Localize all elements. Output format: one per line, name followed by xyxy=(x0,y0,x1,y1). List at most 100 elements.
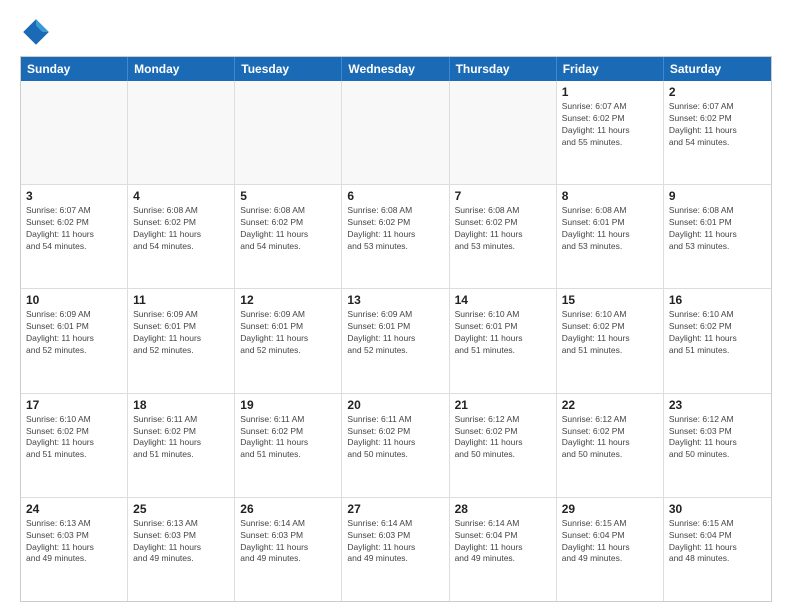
page: SundayMondayTuesdayWednesdayThursdayFrid… xyxy=(0,0,792,612)
day-info: Sunrise: 6:08 AM Sunset: 6:02 PM Dayligh… xyxy=(347,205,443,253)
day-number: 6 xyxy=(347,189,443,203)
day-info: Sunrise: 6:10 AM Sunset: 6:02 PM Dayligh… xyxy=(562,309,658,357)
day-number: 11 xyxy=(133,293,229,307)
day-info: Sunrise: 6:14 AM Sunset: 6:03 PM Dayligh… xyxy=(240,518,336,566)
day-info: Sunrise: 6:08 AM Sunset: 6:02 PM Dayligh… xyxy=(240,205,336,253)
calendar-cell xyxy=(21,81,128,184)
day-number: 18 xyxy=(133,398,229,412)
day-number: 15 xyxy=(562,293,658,307)
day-info: Sunrise: 6:12 AM Sunset: 6:03 PM Dayligh… xyxy=(669,414,766,462)
calendar-cell: 30 Sunrise: 6:15 AM Sunset: 6:04 PM Dayli… xyxy=(664,498,771,601)
weekday-header: Sunday xyxy=(21,57,128,81)
calendar-row: 17 Sunrise: 6:10 AM Sunset: 6:02 PM Dayli… xyxy=(21,393,771,497)
day-info: Sunrise: 6:15 AM Sunset: 6:04 PM Dayligh… xyxy=(562,518,658,566)
day-number: 7 xyxy=(455,189,551,203)
day-info: Sunrise: 6:14 AM Sunset: 6:03 PM Dayligh… xyxy=(347,518,443,566)
calendar-cell xyxy=(450,81,557,184)
day-number: 9 xyxy=(669,189,766,203)
day-number: 25 xyxy=(133,502,229,516)
day-info: Sunrise: 6:09 AM Sunset: 6:01 PM Dayligh… xyxy=(240,309,336,357)
calendar-cell: 12 Sunrise: 6:09 AM Sunset: 6:01 PM Dayli… xyxy=(235,289,342,392)
day-info: Sunrise: 6:12 AM Sunset: 6:02 PM Dayligh… xyxy=(455,414,551,462)
day-number: 10 xyxy=(26,293,122,307)
day-info: Sunrise: 6:11 AM Sunset: 6:02 PM Dayligh… xyxy=(347,414,443,462)
day-number: 26 xyxy=(240,502,336,516)
day-number: 8 xyxy=(562,189,658,203)
day-info: Sunrise: 6:10 AM Sunset: 6:01 PM Dayligh… xyxy=(455,309,551,357)
day-number: 3 xyxy=(26,189,122,203)
calendar-cell: 2 Sunrise: 6:07 AM Sunset: 6:02 PM Daylig… xyxy=(664,81,771,184)
day-number: 19 xyxy=(240,398,336,412)
day-number: 17 xyxy=(26,398,122,412)
day-info: Sunrise: 6:12 AM Sunset: 6:02 PM Dayligh… xyxy=(562,414,658,462)
calendar-cell: 11 Sunrise: 6:09 AM Sunset: 6:01 PM Dayli… xyxy=(128,289,235,392)
day-number: 30 xyxy=(669,502,766,516)
calendar-cell: 6 Sunrise: 6:08 AM Sunset: 6:02 PM Daylig… xyxy=(342,185,449,288)
weekday-header: Thursday xyxy=(450,57,557,81)
calendar-row: 1 Sunrise: 6:07 AM Sunset: 6:02 PM Daylig… xyxy=(21,81,771,184)
calendar-cell: 20Sunrise: 6:11 AM Sunset: 6:02 PM Dayli… xyxy=(342,394,449,497)
weekday-header: Tuesday xyxy=(235,57,342,81)
day-number: 23 xyxy=(669,398,766,412)
calendar-cell: 8 Sunrise: 6:08 AM Sunset: 6:01 PM Daylig… xyxy=(557,185,664,288)
day-info: Sunrise: 6:09 AM Sunset: 6:01 PM Dayligh… xyxy=(133,309,229,357)
calendar-cell: 21 Sunrise: 6:12 AM Sunset: 6:02 PM Dayli… xyxy=(450,394,557,497)
weekday-header: Saturday xyxy=(664,57,771,81)
day-number: 24 xyxy=(26,502,122,516)
calendar-cell: 26 Sunrise: 6:14 AM Sunset: 6:03 PM Dayli… xyxy=(235,498,342,601)
day-number: 27 xyxy=(347,502,443,516)
day-info: Sunrise: 6:07 AM Sunset: 6:02 PM Dayligh… xyxy=(562,101,658,149)
day-number: 22 xyxy=(562,398,658,412)
day-number: 4 xyxy=(133,189,229,203)
day-number: 13 xyxy=(347,293,443,307)
weekday-header: Monday xyxy=(128,57,235,81)
day-info: Sunrise: 6:10 AM Sunset: 6:02 PM Dayligh… xyxy=(669,309,766,357)
day-info: Sunrise: 6:08 AM Sunset: 6:01 PM Dayligh… xyxy=(562,205,658,253)
calendar-cell: 1 Sunrise: 6:07 AM Sunset: 6:02 PM Daylig… xyxy=(557,81,664,184)
calendar-row: 3Sunrise: 6:07 AM Sunset: 6:02 PM Daylig… xyxy=(21,184,771,288)
day-info: Sunrise: 6:08 AM Sunset: 6:02 PM Dayligh… xyxy=(455,205,551,253)
calendar-cell: 22 Sunrise: 6:12 AM Sunset: 6:02 PM Dayli… xyxy=(557,394,664,497)
calendar-cell: 28 Sunrise: 6:14 AM Sunset: 6:04 PM Dayli… xyxy=(450,498,557,601)
day-number: 2 xyxy=(669,85,766,99)
calendar-cell: 18 Sunrise: 6:11 AM Sunset: 6:02 PM Dayli… xyxy=(128,394,235,497)
day-number: 1 xyxy=(562,85,658,99)
weekday-header: Friday xyxy=(557,57,664,81)
calendar-cell: 17 Sunrise: 6:10 AM Sunset: 6:02 PM Dayli… xyxy=(21,394,128,497)
day-number: 29 xyxy=(562,502,658,516)
calendar-cell: 5 Sunrise: 6:08 AM Sunset: 6:02 PM Daylig… xyxy=(235,185,342,288)
calendar-cell: 3Sunrise: 6:07 AM Sunset: 6:02 PM Daylig… xyxy=(21,185,128,288)
calendar: SundayMondayTuesdayWednesdayThursdayFrid… xyxy=(20,56,772,602)
calendar-cell xyxy=(128,81,235,184)
calendar-cell: 4Sunrise: 6:08 AM Sunset: 6:02 PM Daylig… xyxy=(128,185,235,288)
calendar-cell: 25 Sunrise: 6:13 AM Sunset: 6:03 PM Dayli… xyxy=(128,498,235,601)
calendar-cell: 15 Sunrise: 6:10 AM Sunset: 6:02 PM Dayli… xyxy=(557,289,664,392)
day-number: 12 xyxy=(240,293,336,307)
day-info: Sunrise: 6:10 AM Sunset: 6:02 PM Dayligh… xyxy=(26,414,122,462)
day-info: Sunrise: 6:13 AM Sunset: 6:03 PM Dayligh… xyxy=(26,518,122,566)
calendar-cell xyxy=(235,81,342,184)
day-info: Sunrise: 6:11 AM Sunset: 6:02 PM Dayligh… xyxy=(240,414,336,462)
weekday-header: Wednesday xyxy=(342,57,449,81)
calendar-cell: 27 Sunrise: 6:14 AM Sunset: 6:03 PM Dayli… xyxy=(342,498,449,601)
day-number: 28 xyxy=(455,502,551,516)
day-number: 21 xyxy=(455,398,551,412)
header xyxy=(20,16,772,48)
day-info: Sunrise: 6:11 AM Sunset: 6:02 PM Dayligh… xyxy=(133,414,229,462)
calendar-cell: 19 Sunrise: 6:11 AM Sunset: 6:02 PM Dayli… xyxy=(235,394,342,497)
day-info: Sunrise: 6:15 AM Sunset: 6:04 PM Dayligh… xyxy=(669,518,766,566)
day-number: 16 xyxy=(669,293,766,307)
day-number: 5 xyxy=(240,189,336,203)
calendar-cell: 24 Sunrise: 6:13 AM Sunset: 6:03 PM Dayli… xyxy=(21,498,128,601)
calendar-header: SundayMondayTuesdayWednesdayThursdayFrid… xyxy=(21,57,771,81)
calendar-cell: 29 Sunrise: 6:15 AM Sunset: 6:04 PM Dayli… xyxy=(557,498,664,601)
day-info: Sunrise: 6:07 AM Sunset: 6:02 PM Dayligh… xyxy=(669,101,766,149)
calendar-cell: 23 Sunrise: 6:12 AM Sunset: 6:03 PM Dayli… xyxy=(664,394,771,497)
day-info: Sunrise: 6:09 AM Sunset: 6:01 PM Dayligh… xyxy=(26,309,122,357)
day-info: Sunrise: 6:14 AM Sunset: 6:04 PM Dayligh… xyxy=(455,518,551,566)
logo xyxy=(20,16,56,48)
calendar-cell: 16 Sunrise: 6:10 AM Sunset: 6:02 PM Dayli… xyxy=(664,289,771,392)
day-info: Sunrise: 6:13 AM Sunset: 6:03 PM Dayligh… xyxy=(133,518,229,566)
calendar-row: 24 Sunrise: 6:13 AM Sunset: 6:03 PM Dayli… xyxy=(21,497,771,601)
calendar-body: 1 Sunrise: 6:07 AM Sunset: 6:02 PM Daylig… xyxy=(21,81,771,601)
